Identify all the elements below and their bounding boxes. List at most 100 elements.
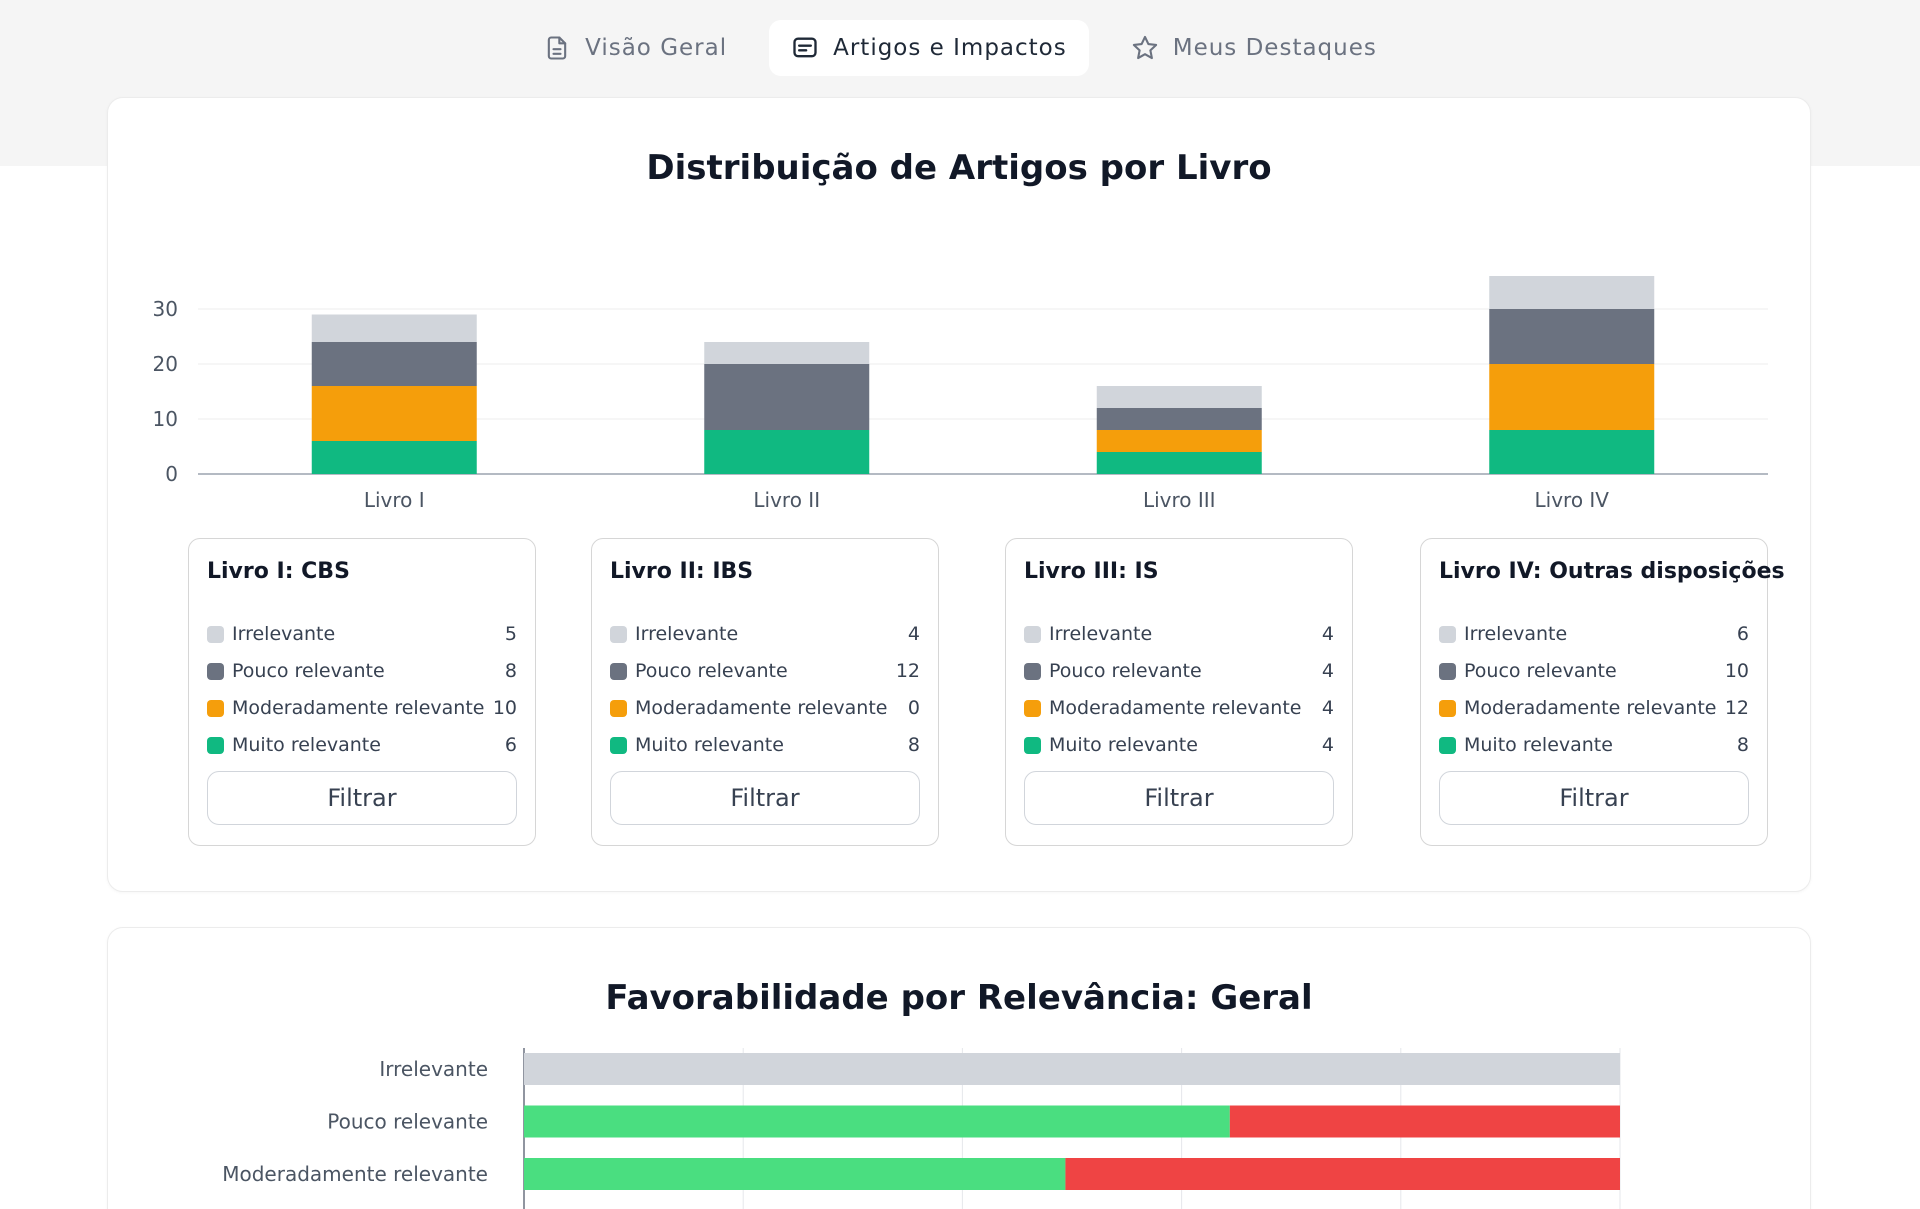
swatch bbox=[1439, 662, 1456, 680]
legend-label: Pouco relevante bbox=[635, 660, 788, 682]
bar-segment[interactable] bbox=[311, 441, 477, 474]
swatch bbox=[610, 625, 627, 643]
x-tick-label: Livro II bbox=[753, 488, 820, 512]
legend-count: 12 bbox=[895, 660, 920, 682]
legend-count: 6 bbox=[1736, 623, 1749, 645]
favorability-chart: Irrelevante Pouco relevante Moderadamente … bbox=[222, 1048, 1621, 1209]
bar-segment[interactable] bbox=[311, 342, 477, 386]
swatch bbox=[1439, 625, 1456, 643]
bar-segment[interactable] bbox=[704, 430, 870, 474]
swatch bbox=[610, 736, 627, 754]
tab-bar: Visão Geral Artigos e Impactos Meus Dest… bbox=[0, 20, 1920, 76]
bar-segment[interactable] bbox=[1229, 1105, 1620, 1138]
book-title: Livro II: IBS bbox=[610, 559, 754, 584]
legend-label: Muito relevante bbox=[635, 734, 784, 756]
bar-segment[interactable] bbox=[1489, 364, 1655, 430]
bar-segment[interactable] bbox=[1096, 386, 1262, 408]
tab-artigos-e-impactos[interactable]: Artigos e Impactos bbox=[769, 20, 1089, 76]
y-tick-label: Irrelevante bbox=[379, 1057, 488, 1081]
legend-row-muito: Muito relevante 8 bbox=[610, 730, 920, 760]
document-icon bbox=[547, 36, 567, 60]
legend-count: 10 bbox=[1724, 660, 1749, 682]
distribution-card: Distribuição de Artigos por Livro 0 10 20 3… bbox=[107, 97, 1811, 892]
bar-segment[interactable] bbox=[524, 1158, 1066, 1190]
legend-label: Irrelevante bbox=[1464, 623, 1568, 645]
bar-segment[interactable] bbox=[1096, 408, 1262, 430]
bar-segment[interactable] bbox=[1489, 276, 1655, 309]
swatch bbox=[1024, 625, 1041, 643]
legend-count: 8 bbox=[1736, 734, 1749, 756]
legend-label: Pouco relevante bbox=[1464, 660, 1617, 682]
legend-label: Muito relevante bbox=[232, 734, 381, 756]
filter-button[interactable]: Filtrar bbox=[1439, 771, 1749, 825]
bar-segment[interactable] bbox=[704, 342, 870, 364]
legend-count: 0 bbox=[907, 697, 920, 719]
legend-count: 10 bbox=[492, 697, 517, 719]
legend-row-irrelevante: Irrelevante 4 bbox=[610, 619, 920, 649]
message-square-icon bbox=[793, 37, 817, 58]
swatch bbox=[610, 662, 627, 680]
legend-row-moderado: Moderadamente relevante 12 bbox=[1439, 693, 1749, 723]
legend-count: 4 bbox=[1321, 660, 1334, 682]
bar-segment[interactable] bbox=[1065, 1158, 1620, 1190]
tab-visao-geral[interactable]: Visão Geral bbox=[521, 20, 749, 76]
tab-label: Artigos e Impactos bbox=[833, 35, 1067, 61]
book-card-livro-iii: Livro III: IS Irrelevante 4 Pouco relevan… bbox=[1005, 538, 1353, 846]
swatch bbox=[207, 699, 224, 717]
filter-button[interactable]: Filtrar bbox=[207, 771, 517, 825]
legend-count: 8 bbox=[504, 660, 517, 682]
legend-count: 4 bbox=[1321, 734, 1334, 756]
bar-segment[interactable] bbox=[704, 364, 870, 430]
y-tick-label: 10 bbox=[153, 407, 178, 431]
bar-segment[interactable] bbox=[524, 1105, 1230, 1138]
swatch bbox=[207, 662, 224, 680]
bar-segment[interactable] bbox=[1096, 430, 1262, 452]
swatch bbox=[1024, 662, 1041, 680]
bar-segment[interactable] bbox=[1489, 309, 1655, 364]
legend-label: Moderadamente relevante bbox=[635, 697, 888, 719]
filter-button[interactable]: Filtrar bbox=[610, 771, 920, 825]
swatch bbox=[610, 699, 627, 717]
y-tick-label: 30 bbox=[153, 297, 178, 321]
swatch bbox=[1439, 736, 1456, 754]
legend-count: 4 bbox=[907, 623, 920, 645]
legend-count: 4 bbox=[1321, 697, 1334, 719]
legend-row-moderado: Moderadamente relevante 10 bbox=[207, 693, 517, 723]
filter-button[interactable]: Filtrar bbox=[1024, 771, 1334, 825]
favorability-card: Favorabilidade por Relevância: Geral Irr… bbox=[107, 927, 1811, 1209]
x-tick-label: Livro I bbox=[364, 488, 425, 512]
book-title: Livro IV: Outras disposições bbox=[1439, 559, 1785, 584]
distribution-chart: 0 10 20 30 Livro I Livro II Livro III Livro IV bbox=[153, 276, 1768, 512]
legend-row-irrelevante: Irrelevante 5 bbox=[207, 619, 517, 649]
book-title: Livro III: IS bbox=[1024, 559, 1159, 584]
tab-label: Visão Geral bbox=[585, 35, 728, 61]
legend-row-muito: Muito relevante 4 bbox=[1024, 730, 1334, 760]
legend-row-irrelevante: Irrelevante 6 bbox=[1439, 619, 1749, 649]
legend-label: Pouco relevante bbox=[1049, 660, 1202, 682]
y-tick-label: Pouco relevante bbox=[327, 1110, 488, 1134]
legend-count: 6 bbox=[504, 734, 517, 756]
legend-count: 4 bbox=[1321, 623, 1334, 645]
x-tick-label: Livro IV bbox=[1535, 488, 1610, 512]
legend-row-pouco: Pouco relevante 10 bbox=[1439, 656, 1749, 686]
legend-label: Irrelevante bbox=[232, 623, 336, 645]
legend-label: Moderadamente relevante bbox=[232, 697, 485, 719]
swatch bbox=[207, 625, 224, 643]
bar-segment[interactable] bbox=[311, 386, 477, 441]
legend-row-moderado: Moderadamente relevante 0 bbox=[610, 693, 920, 723]
bar-segment[interactable] bbox=[1489, 430, 1655, 474]
x-tick-label: Livro III bbox=[1143, 488, 1216, 512]
bar-segment[interactable] bbox=[524, 1053, 1620, 1085]
tab-label: Meus Destaques bbox=[1172, 35, 1377, 61]
legend-row-irrelevante: Irrelevante 4 bbox=[1024, 619, 1334, 649]
legend-label: Moderadamente relevante bbox=[1464, 697, 1717, 719]
bar-segment[interactable] bbox=[1096, 452, 1262, 474]
tab-meus-destaques[interactable]: Meus Destaques bbox=[1109, 20, 1399, 76]
swatch bbox=[1439, 699, 1456, 717]
legend-label: Muito relevante bbox=[1049, 734, 1198, 756]
bar-segment[interactable] bbox=[311, 314, 477, 343]
legend-count: 12 bbox=[1724, 697, 1749, 719]
legend-label: Moderadamente relevante bbox=[1049, 697, 1302, 719]
book-card-livro-ii: Livro II: IBS Irrelevante 4 Pouco relevan… bbox=[591, 538, 939, 846]
y-tick-label: 20 bbox=[153, 352, 178, 376]
